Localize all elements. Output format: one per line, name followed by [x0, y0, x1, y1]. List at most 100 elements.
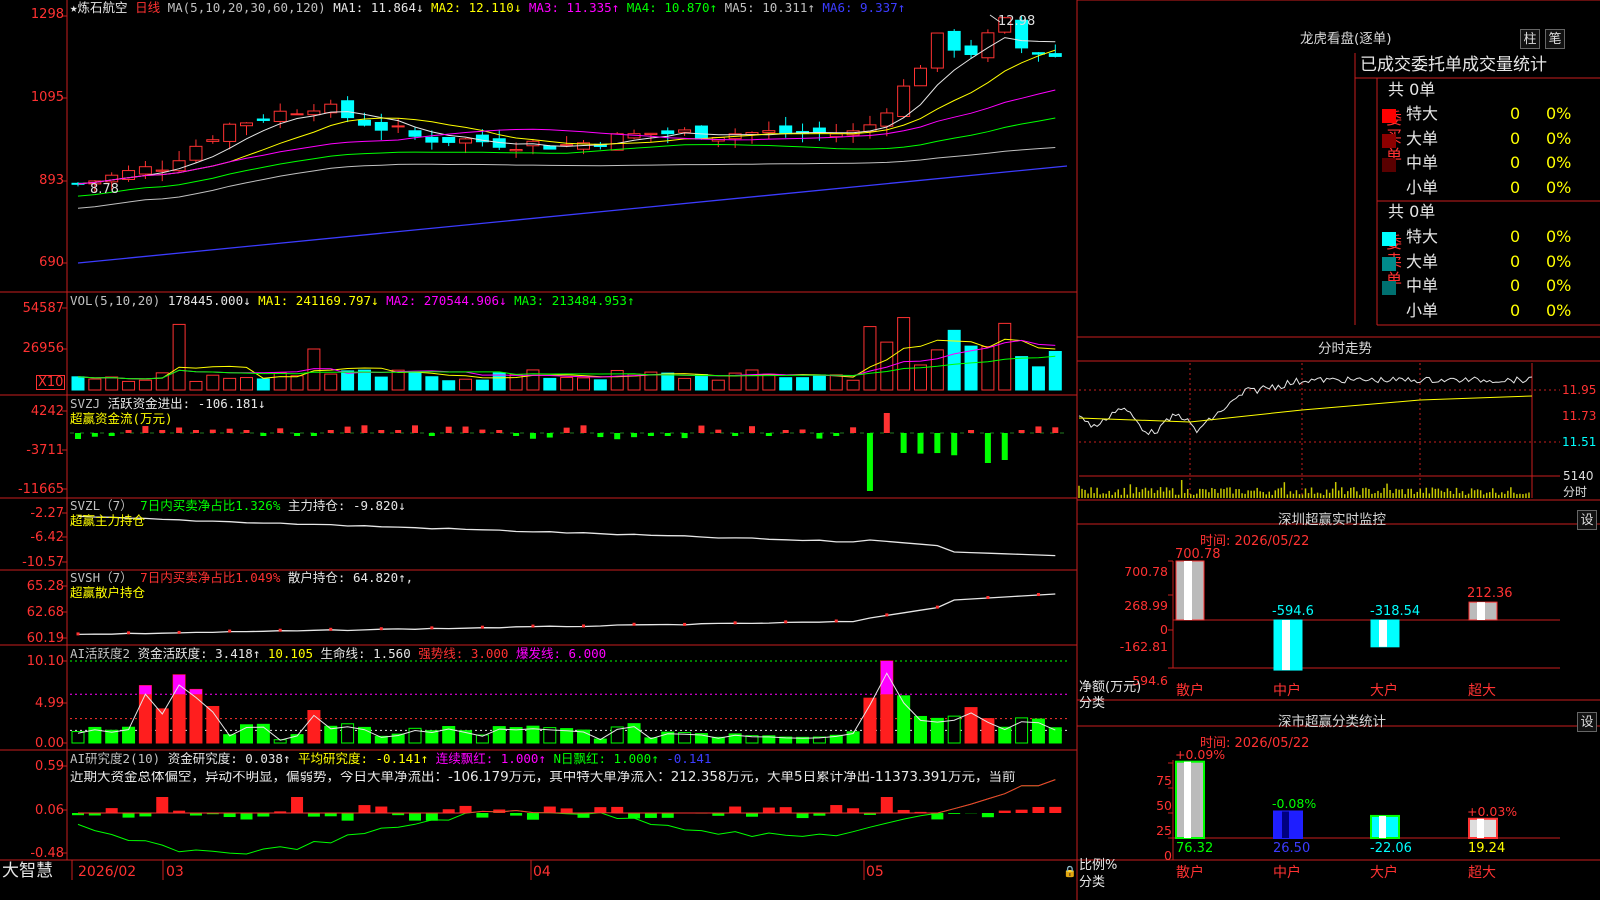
svzj-header: SVZJ 活跃资金进出: -106.181↓ [70, 396, 265, 411]
volume-bar [442, 380, 456, 391]
volume-bar [863, 326, 877, 391]
volume-bar [324, 373, 338, 391]
volume-bar [846, 379, 860, 391]
research-bar [156, 797, 169, 813]
bar-value-label: -594.6 [1272, 604, 1314, 619]
class-bar [1468, 817, 1498, 840]
monitor-bar [1370, 619, 1400, 648]
volume-bar [812, 374, 826, 391]
svsh-label: SVSH（7） [70, 570, 133, 585]
candle-body [290, 113, 304, 116]
order-size-label: 大单 [1406, 251, 1439, 271]
candle-body [307, 110, 321, 116]
order-size-label: 大单 [1406, 128, 1439, 148]
category-label: 超大 [1468, 865, 1496, 881]
flow-bar [984, 433, 991, 463]
svsh-tick [531, 624, 535, 628]
lock-icon[interactable]: 🔒 [1063, 866, 1077, 877]
volume-bar [829, 374, 843, 391]
svsh-tick [784, 620, 788, 624]
candle-body [138, 166, 152, 175]
flow-bar [900, 433, 907, 453]
category-label: 中户 [1273, 683, 1301, 699]
flow-bar [445, 426, 452, 433]
sz-monitor-xlabel: 分类 [1079, 696, 1106, 711]
candle-body [779, 125, 793, 135]
volume-bar [661, 372, 675, 391]
svsh-tick [582, 624, 585, 628]
bar-value-label: 700.78 [1175, 547, 1221, 562]
volume-bar [206, 374, 220, 391]
sz-class-settings-button[interactable]: 设 [1577, 712, 1597, 732]
candle-body [694, 125, 708, 140]
period-label[interactable]: 日线 [135, 0, 160, 15]
research-bar [543, 806, 556, 813]
volume-bar [964, 345, 978, 391]
research-bar [358, 805, 371, 813]
candle-body [812, 127, 826, 133]
bar-value-label: 212.36 [1467, 586, 1513, 601]
volume-bar [998, 322, 1012, 391]
candle-body [206, 139, 220, 142]
research-bar [644, 813, 657, 818]
category-label: 中户 [1273, 865, 1301, 881]
volume-bar [560, 376, 574, 391]
flow-bar [715, 429, 722, 433]
volume-bar [189, 380, 203, 391]
research-bar [307, 813, 320, 817]
legend-swatch [1382, 232, 1396, 246]
research-bar [729, 806, 742, 813]
low-marker: 8.78 [90, 182, 119, 197]
monitor-bar [1468, 601, 1498, 621]
intraday-title: 分时走势 [1318, 341, 1372, 357]
svzj-label: SVZJ [70, 396, 101, 411]
flow-bar [749, 426, 755, 433]
flow-bar [563, 427, 570, 433]
ma-line [77, 147, 1056, 209]
sz-monitor-settings-button[interactable]: 设 [1577, 510, 1597, 530]
order-count: 0 [1510, 128, 1521, 148]
research-bar [105, 808, 118, 813]
ma5-reading: MA5: 10.311↑ [724, 0, 815, 15]
research-bar [611, 806, 624, 813]
y-tick: -6.42 [30, 530, 64, 545]
flow-bar [294, 433, 301, 436]
candle-body [189, 145, 203, 161]
legend-swatch [1382, 133, 1396, 148]
volume-bar [122, 380, 136, 391]
vol-value: 178445.000↓ [167, 293, 251, 308]
y-tick: 0 [1164, 848, 1172, 863]
ai-research-extra: -0.141 [666, 751, 712, 766]
research-bar [779, 807, 792, 813]
svzl-line [77, 515, 1056, 557]
bar-value: 19.24 [1468, 841, 1506, 856]
category-label: 散户 [1176, 683, 1204, 699]
candle-body [560, 144, 574, 147]
vol-unit: X10 [36, 375, 66, 390]
flow-bar [361, 425, 368, 433]
bar-value-label: -318.54 [1370, 604, 1421, 619]
y-tick: 268.99 [1124, 598, 1168, 613]
vol-ma3: MA3: 213484.953↑ [514, 293, 635, 308]
research-bar [223, 813, 236, 818]
tick-mode-button[interactable]: 笔 [1545, 29, 1565, 49]
volume-bar [374, 376, 388, 391]
volume-bar [273, 372, 287, 391]
research-bar [796, 813, 809, 819]
flow-bar [782, 430, 789, 433]
ai-burst-line: 爆发线: 6.000 [515, 646, 607, 661]
candle-body [374, 121, 388, 131]
bar-mode-button[interactable]: 柱 [1520, 29, 1540, 49]
high-marker: 12.98 [998, 14, 1036, 29]
research-bar [291, 797, 304, 813]
ai-active-value2: 10.105 [267, 646, 314, 661]
flow-bar [1035, 426, 1042, 433]
research-red-line [78, 779, 1056, 814]
research-bar [526, 813, 539, 820]
class-bar [1273, 810, 1303, 839]
intraday-tick: 11.73 [1562, 409, 1597, 423]
flow-bar [378, 430, 385, 433]
flow-bar [866, 433, 873, 491]
research-bar [1015, 809, 1028, 813]
y-tick: 690 [39, 255, 64, 270]
